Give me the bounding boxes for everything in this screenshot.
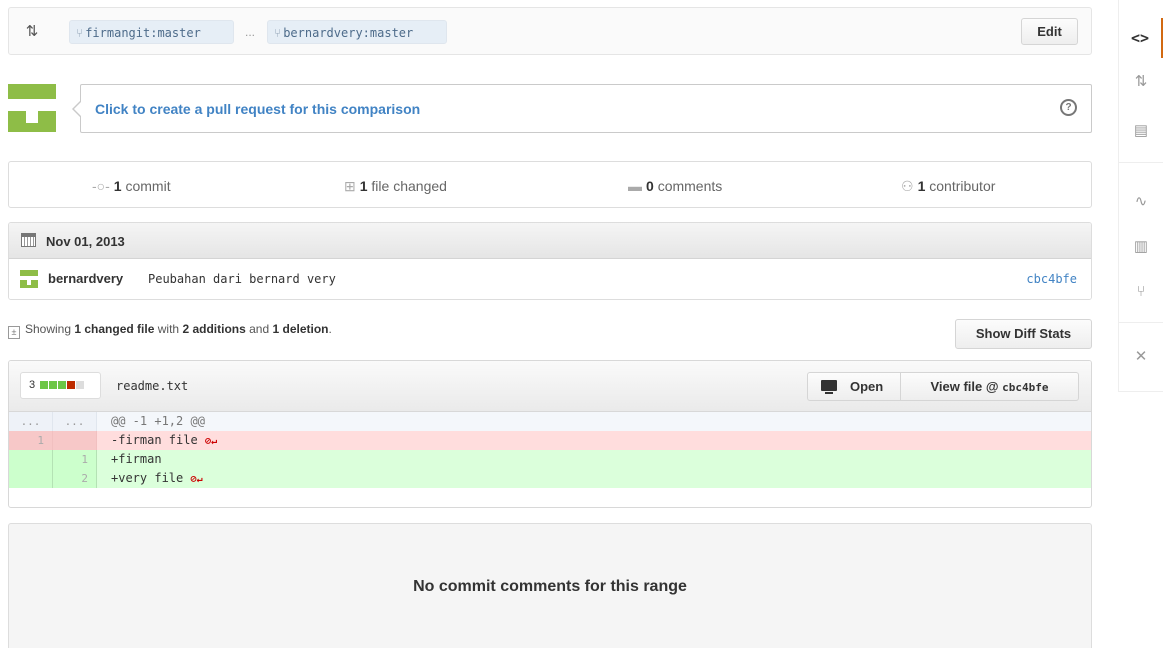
commit-message[interactable]: Peubahan dari bernard very	[148, 272, 336, 286]
branch-icon: ⑂	[76, 26, 84, 40]
file-header: 3 readme.txt Open View file @ cbc4bfe	[9, 361, 1091, 412]
pull-request-icon[interactable]: ⇅	[1119, 62, 1163, 102]
pulse-icon[interactable]: ∿	[1119, 182, 1163, 222]
head-branch[interactable]: ⑂ bernardvery:master	[267, 20, 447, 44]
calendar-icon	[21, 233, 36, 247]
diff-line-addition: 1 +firman	[9, 450, 1091, 469]
compare-icon: ⇅	[25, 23, 39, 40]
create-pull-request-link[interactable]: Click to create a pull request for this …	[95, 101, 420, 117]
user-avatar	[8, 84, 56, 132]
branch-icon: ⑂	[274, 26, 282, 40]
hunk-text: @@ -1 +1,2 @@	[111, 414, 205, 428]
commit-author[interactable]: bernardvery	[48, 271, 123, 286]
new-line-number[interactable]: 1	[53, 450, 97, 469]
new-line-number[interactable]	[53, 431, 97, 450]
comments-summary[interactable]: ▬ 0 comments	[628, 178, 722, 194]
commit-list: Nov 01, 2013 bernardvery Peubahan dari b…	[8, 222, 1092, 300]
network-icon[interactable]: ⑂	[1119, 272, 1163, 312]
commit-sha[interactable]: cbc4bfe	[1026, 272, 1077, 286]
diff-code: -firman file ⊘↵	[111, 433, 217, 447]
diff-code: +very file ⊘↵	[111, 471, 203, 485]
author-avatar[interactable]	[20, 270, 38, 288]
sidebar-divider	[1119, 162, 1163, 163]
diffstat-block-add	[40, 381, 49, 389]
file-diff: 3 readme.txt Open View file @ cbc4bfe ..…	[8, 360, 1092, 508]
open-button[interactable]: Open	[808, 373, 901, 400]
create-pull-request-prompt[interactable]: Click to create a pull request for this …	[72, 84, 1092, 133]
old-line-number[interactable]	[9, 450, 53, 469]
diffstat-block-neutral	[76, 381, 85, 389]
repo-nav-sidebar: <> ⇅ ▤ ∿ ▥ ⑂ ✕	[1118, 0, 1163, 392]
diff-hunk-header: ... ... @@ -1 +1,2 @@	[9, 412, 1091, 431]
file-diff-icon: ±	[8, 326, 20, 339]
edit-button[interactable]: Edit	[1021, 18, 1078, 45]
sidebar-divider	[1119, 322, 1163, 323]
commit-icon: -○-	[92, 178, 110, 194]
diffstat-block-add	[58, 381, 67, 389]
file-actions: Open View file @ cbc4bfe	[807, 372, 1079, 401]
diff-line-deletion: 1 -firman file ⊘↵	[9, 431, 1091, 450]
compare-summary: -○- 1 commit ⊞ 1 file changed ▬ 0 comments …	[8, 161, 1092, 208]
file-diffstat[interactable]: 3	[20, 372, 101, 399]
old-line-number[interactable]	[9, 469, 53, 488]
new-line-number[interactable]: ...	[53, 412, 97, 431]
organization-icon: ⚇	[901, 178, 914, 194]
diffstat-block-delete	[67, 381, 76, 389]
old-line-number[interactable]: ...	[9, 412, 53, 431]
commit-comments: No commit comments for this range	[8, 523, 1092, 648]
file-diff-icon: ⊞	[344, 178, 356, 194]
diffstat-block-add	[49, 381, 58, 389]
files-summary[interactable]: ⊞ 1 file changed	[344, 178, 447, 195]
no-newline-icon: ⊘↵	[204, 436, 217, 447]
graphs-icon[interactable]: ▥	[1119, 227, 1163, 267]
no-comments-message: No commit comments for this range	[413, 578, 687, 595]
show-diff-stats-button[interactable]: Show Diff Stats	[955, 319, 1092, 349]
commit-group-header: Nov 01, 2013	[9, 223, 1091, 259]
new-line-number[interactable]: 2	[53, 469, 97, 488]
file-name[interactable]: readme.txt	[116, 379, 188, 393]
diff-summary: ± Showing 1 changed file with 2 additions…	[8, 322, 332, 339]
wiki-icon[interactable]: ▤	[1119, 111, 1163, 151]
diffstat-blocks	[40, 374, 85, 399]
view-file-button[interactable]: View file @ cbc4bfe	[901, 373, 1078, 400]
monitor-icon	[821, 380, 837, 394]
help-icon[interactable]: ?	[1060, 99, 1077, 116]
old-line-number[interactable]: 1	[9, 431, 53, 450]
comment-icon: ▬	[628, 178, 642, 194]
compare-range-bar: ⇅ ⑂ firmangit:master ... ⑂ bernardvery:mas…	[8, 7, 1092, 55]
commit-date: Nov 01, 2013	[46, 234, 125, 249]
diff-code: +firman	[111, 452, 162, 466]
range-separator: ...	[245, 25, 256, 39]
no-newline-icon: ⊘↵	[190, 474, 203, 485]
commits-summary[interactable]: -○- 1 commit	[92, 178, 171, 194]
commit-row: bernardvery Peubahan dari bernard very c…	[9, 259, 1091, 299]
diff-line-addition: 2 +very file ⊘↵	[9, 469, 1091, 488]
settings-icon[interactable]: ✕	[1119, 337, 1163, 377]
code-icon[interactable]: <>	[1119, 18, 1163, 58]
base-branch[interactable]: ⑂ firmangit:master	[69, 20, 234, 44]
contributors-summary[interactable]: ⚇ 1 contributor	[901, 178, 995, 195]
